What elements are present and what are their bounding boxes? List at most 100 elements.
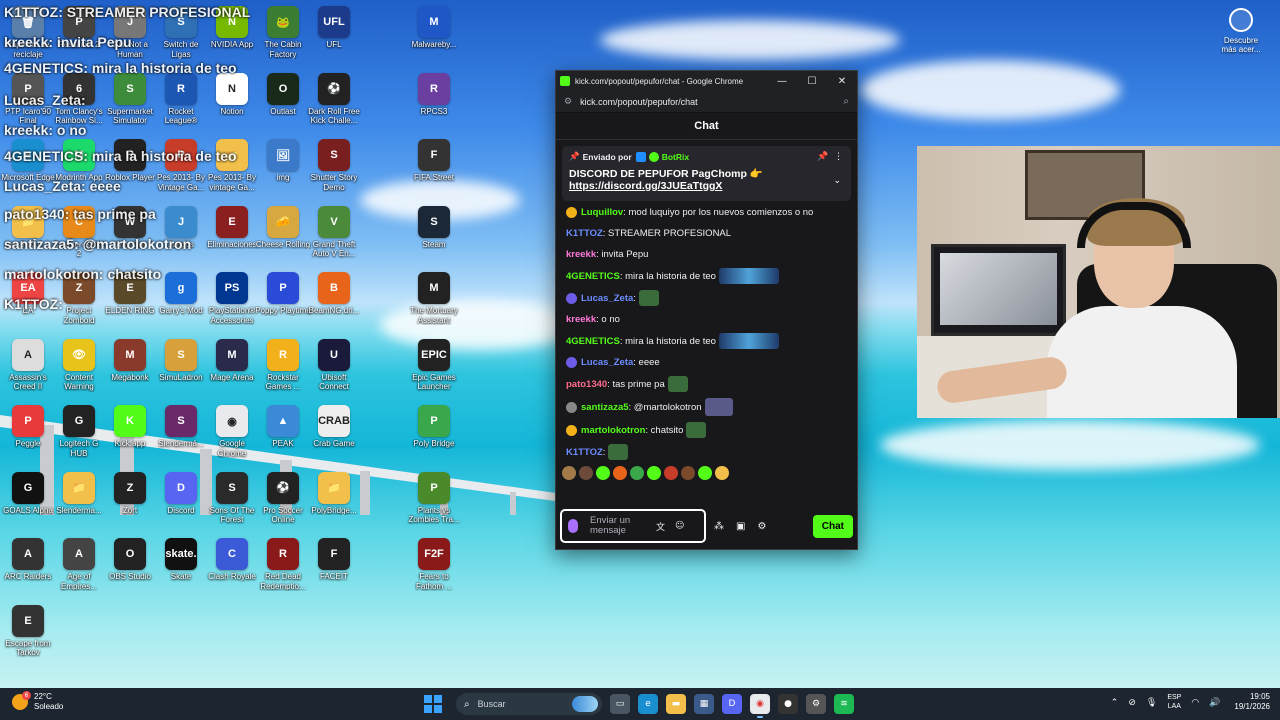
close-button[interactable]: ✕ [827,76,857,87]
site-settings-icon[interactable]: ⚙ [564,97,572,107]
zoom-icon[interactable]: ⌕ [843,96,849,107]
desktop-icon[interactable]: R Rockstar Games ... [257,338,309,405]
translate-icon[interactable]: 文 [656,520,665,533]
settings-icon[interactable]: ⚙ [757,521,766,532]
taskbar-search[interactable]: ⌕ Buscar [456,693,602,715]
desktop-icon[interactable]: S Supermarket Simulator [104,72,156,139]
desktop-icon[interactable]: P Peggle [2,405,54,471]
desktop-icon[interactable]: R RPCS3 [408,72,460,139]
chat-username[interactable]: K1TTOZ [566,445,603,460]
url-text[interactable]: kick.com/popout/pepufor/chat [580,97,843,107]
settings-app-icon[interactable]: ⚙ [806,694,826,714]
desktop-icon[interactable]: P Poppy Playtime [255,272,311,338]
desktop-icon[interactable]: J Juegos [155,205,207,272]
chrome-icon[interactable]: ◉ [750,694,770,718]
desktop-icon[interactable]: M Megabonk [104,338,156,405]
desktop-icon[interactable]: skate. Skate [155,538,207,604]
desktop-icon[interactable]: A Age of Empires... [53,538,105,604]
desktop-icon[interactable]: O OBS Studio [104,538,156,604]
desktop-icon[interactable]: E ELDEN RING [104,272,156,338]
chat-input-placeholder[interactable]: Enviar un mensaje [590,516,646,536]
pinned-link[interactable]: https://discord.gg/3JUEaTtggX [569,180,844,192]
desktop-icon[interactable]: 🖼 img [257,139,309,205]
desktop-icon[interactable]: UFL UFL [308,6,360,72]
chat-username[interactable]: santizaza5 [581,400,629,415]
desktop-icon[interactable]: ◉ Google Chrome [206,405,258,471]
desktop-icon[interactable]: R Rocket League® [155,72,207,139]
discover-widget[interactable]: Descubre más acer... [1218,8,1264,54]
desktop-icon[interactable]: K Kick.app [104,405,156,471]
chat-emote[interactable] [638,290,659,306]
chat-emote[interactable] [718,333,779,349]
desktop-icon[interactable]: 📁 PolyBridge... [308,471,360,538]
chat-emote[interactable] [704,398,733,416]
emote-icon[interactable] [613,466,627,480]
chat-username[interactable]: martolokotron [581,423,645,438]
desktop-icon[interactable]: A Assassin's Creed II [2,338,54,405]
emote-icon[interactable] [579,466,593,480]
minimize-button[interactable]: — [767,76,797,87]
desktop-icon[interactable]: J Just Not a Human [104,6,156,72]
desktop-icon[interactable]: CRAB Crab Game [308,405,360,471]
gift-icon[interactable]: ▣ [736,521,745,532]
chat-username[interactable]: 4GENETICS [566,334,620,349]
desktop-icon[interactable]: M Mage Arena [206,338,258,405]
desktop-icon[interactable]: 🐸 The Cabin Factory [257,6,309,72]
discord-icon[interactable]: D [722,694,742,714]
desktop-icon[interactable]: C Counter-Strike 2 [53,205,105,272]
start-button[interactable] [424,695,442,713]
desktop-icon[interactable]: R Roblox Player [104,139,156,205]
emoji-icon[interactable]: ☺ [675,521,684,531]
emote-strip[interactable] [556,466,857,480]
emote-icon[interactable] [715,466,729,480]
desktop-icon[interactable]: ⚽ Pro Soccer Online [257,471,309,538]
desktop-icon[interactable]: 📁 Pes 2013- By vintage Ga... [206,139,258,205]
chat-emote[interactable] [667,376,688,392]
desktop-icon[interactable]: F2F Fears to Fathom ... [408,538,460,604]
chat-username[interactable]: Luquillov [581,205,623,220]
desktop-icon[interactable]: 📁 rpcs3-v0.0.... [2,205,54,272]
edge-icon[interactable]: e [638,694,658,714]
mic-icon[interactable] [568,519,578,533]
file-explorer-icon[interactable]: ▬ [666,694,686,714]
desktop-icon[interactable]: Z Zort [104,471,156,538]
desktop-icon[interactable]: S Switch de Ligas [155,6,207,72]
weather-widget[interactable]: 6 22°C Soleado [12,691,63,712]
chat-emote[interactable] [686,422,707,438]
desktop-icon[interactable]: 🗑 Papelera de reciclaje [2,6,54,72]
emote-icon[interactable] [562,466,576,480]
desktop-icon[interactable]: A ARC Raiders [2,538,54,604]
desktop-icon[interactable]: W Way Out [104,205,156,272]
maximize-button[interactable]: ☐ [797,76,827,87]
community-icon[interactable]: ⁂ [714,521,724,532]
desktop-icon[interactable]: ⚽ Dark Roll Free Kick Challe... [308,72,360,139]
chat-username[interactable]: kreekk [566,312,596,327]
chevron-up-icon[interactable]: ⌃ [1111,697,1119,708]
task-view-icon[interactable]: ▭ [610,694,630,714]
desktop-icon[interactable]: e Microsoft Edge [1,139,55,205]
desktop-icon[interactable]: P PTP Icaro'90 Final [2,72,54,139]
desktop-icon[interactable]: D Discord [155,471,207,538]
send-chat-button[interactable]: Chat [812,514,853,538]
desktop-icon[interactable]: Z Project Zomboid [53,272,105,338]
desktop-icon[interactable]: 👁 Content Warning [53,338,105,405]
desktop-icon[interactable]: PS PlayStation® Accessories [206,272,258,338]
desktop-icon[interactable]: B BeamNG.dri... [308,272,360,338]
pinned-bot-name[interactable]: BotRix [662,152,689,162]
wifi-icon[interactable]: ◠ [1191,697,1199,708]
desktop-icon[interactable]: F FACEIT [308,538,360,604]
desktop-icon[interactable]: R Red Dead Redemptio... [257,538,309,604]
chat-username[interactable]: Lucas_Zeta [581,355,633,370]
desktop-icon[interactable]: F FIFA Street [408,139,460,205]
window-titlebar[interactable]: kick.com/popout/pepufor/chat - Google Ch… [556,71,857,91]
clock[interactable]: 19:05 19/1/2026 [1234,692,1270,712]
desktop-icon[interactable]: S Sons Of The Forest [206,471,258,538]
desktop-icon[interactable]: P Pes 2013- By Vintage Ga... [155,139,207,205]
emote-icon[interactable] [630,466,644,480]
chat-username[interactable]: pato1340 [566,377,607,392]
chat-username[interactable]: K1TTOZ [566,226,603,241]
desktop-icon[interactable]: S Slendermá... [155,405,207,471]
store-icon[interactable]: ▦ [694,694,714,714]
chevron-down-icon[interactable]: ⌄ [833,176,841,186]
desktop-icon[interactable]: P Poly Bridge [408,405,460,471]
